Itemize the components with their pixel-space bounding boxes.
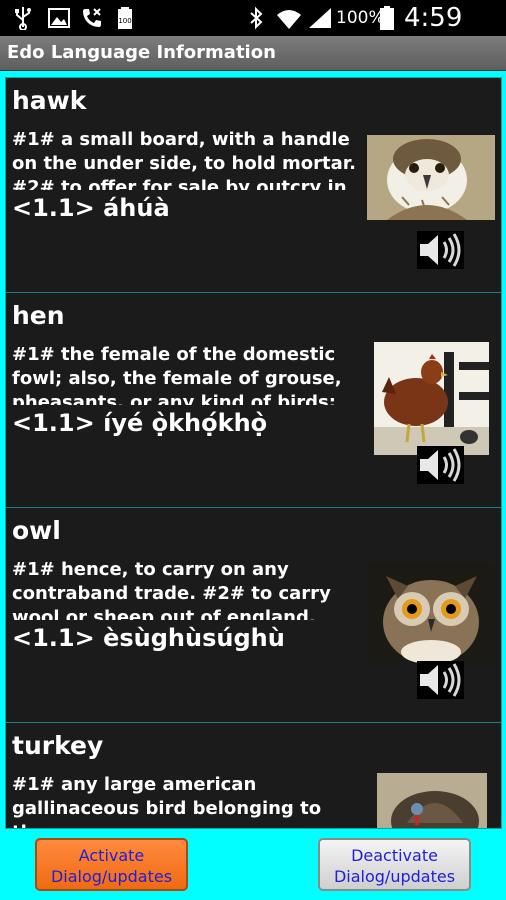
app-title: Edo Language Information <box>7 42 276 63</box>
word-title: hawk <box>12 86 87 115</box>
deactivate-label-line1: Deactivate <box>351 846 438 865</box>
speaker-icon[interactable] <box>417 446 464 484</box>
word-list[interactable]: hawk #1# a small board, with a handle on… <box>5 77 502 829</box>
word-title: hen <box>12 301 65 330</box>
missed-call-icon <box>83 8 101 27</box>
activate-dialog-button[interactable]: Activate Dialog/updates <box>35 838 188 891</box>
status-bar: 100 100% 4:59 AM <box>0 0 506 63</box>
list-item-hen[interactable]: hen #1# the female of the domestic fowl;… <box>6 293 501 508</box>
bluetooth-icon <box>250 6 263 30</box>
wifi-icon <box>277 10 301 29</box>
usb-icon <box>15 7 31 30</box>
title-bar: Edo Language Information <box>0 36 506 71</box>
word-description: #1# the female of the domestic fowl; als… <box>12 344 342 405</box>
word-description: #1# a small board, with a handle on the … <box>12 129 356 190</box>
word-title: turkey <box>12 731 104 760</box>
image-icon <box>48 8 70 28</box>
speaker-icon[interactable] <box>417 231 464 269</box>
battery-small-icon: 100 <box>118 7 132 29</box>
list-item-turkey[interactable]: turkey #1# any large american gallinaceo… <box>6 723 501 828</box>
signal-icon <box>309 8 331 28</box>
word-description: #1# any large american gallinaceous bird… <box>12 774 322 828</box>
activate-label-line1: Activate <box>78 846 145 865</box>
battery-icon <box>380 6 394 30</box>
deactivate-label-line2: Dialog/updates <box>333 867 456 886</box>
hen-photo <box>374 342 489 455</box>
edo-translation: <1.1> íyé ọ̀khọ́khọ̀ <box>12 409 268 437</box>
content-frame: hawk #1# a small board, with a handle on… <box>0 71 506 900</box>
edo-translation: <1.1> áhúà <box>12 194 170 222</box>
list-item-hawk[interactable]: hawk #1# a small board, with a handle on… <box>6 78 501 293</box>
word-description: #1# hence, to carry on any contraband tr… <box>12 559 331 620</box>
word-title: owl <box>12 516 61 545</box>
svg-text:100: 100 <box>118 17 131 25</box>
activate-label-line2: Dialog/updates <box>50 867 173 886</box>
battery-percent: 100% <box>336 8 385 28</box>
turkey-photo <box>377 773 487 828</box>
hawk-photo <box>367 135 495 220</box>
deactivate-dialog-button[interactable]: Deactivate Dialog/updates <box>318 838 471 891</box>
list-item-owl[interactable]: owl #1# hence, to carry on any contraban… <box>6 508 501 723</box>
speaker-icon[interactable] <box>417 661 464 699</box>
owl-photo <box>368 564 495 664</box>
edo-translation: <1.1> èsùghùsúghù <box>12 624 285 652</box>
